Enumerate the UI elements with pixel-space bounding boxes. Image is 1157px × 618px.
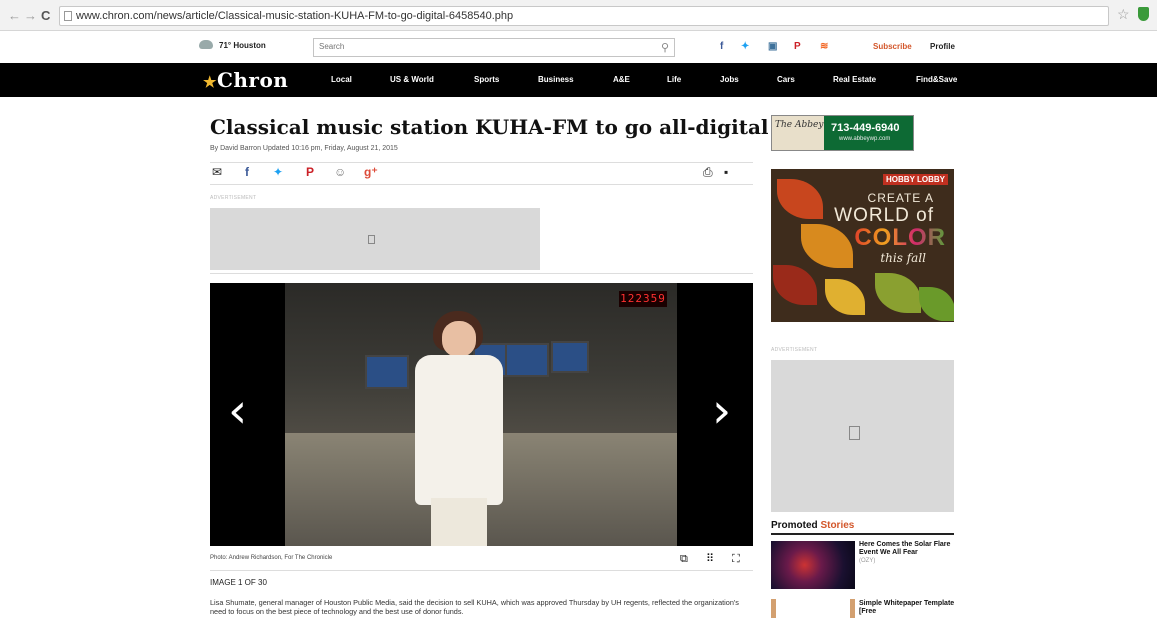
grid-view-icon[interactable]: ⠿ [706,553,714,565]
promoted-stories-heading: Promoted Stories [771,520,854,531]
reddit-share-icon[interactable]: ☺ [334,166,346,179]
article-byline: By David Barron Updated 10:16 pm, Friday… [210,145,398,152]
rss-icon[interactable]: ≋ [820,41,828,53]
nav-item-jobs[interactable]: Jobs [720,75,739,84]
person-body [415,355,503,505]
leaf [919,287,954,321]
article-headline: Classical music station KUHA-FM to go al… [210,115,769,139]
googleplus-share-icon[interactable]: g⁺ [364,166,378,179]
print-icon[interactable]: ⎙ [703,166,713,179]
leaf [875,273,921,313]
studio-monitor [505,343,549,377]
back-icon[interactable]: ← [8,9,21,23]
promo-thumbnail[interactable] [771,541,855,589]
leaf [773,265,817,305]
nav-item-cars[interactable]: Cars [777,75,795,84]
nav-item-real-estate[interactable]: Real Estate [833,75,876,84]
nav-item-business[interactable]: Business [538,75,574,84]
address-bar[interactable]: www.chron.com/news/article/Classical-mus… [59,6,1109,26]
ad-placeholder[interactable] [210,208,540,270]
promoted-label: Promoted [771,520,818,531]
comment-icon[interactable]: ▪ [724,166,728,179]
photo-gallery[interactable]: 122359 ‹ › [210,283,753,546]
person-face [442,321,476,357]
pinterest-share-icon[interactable]: P [306,166,314,179]
logo-text: Chron [216,68,289,92]
page-icon [64,11,72,21]
photo-credit: Photo: Andrew Richardson, For The Chroni… [210,555,333,561]
weather-text[interactable]: 71° Houston [219,41,266,50]
divider [771,533,954,535]
logo-star-icon: ★ [203,73,217,91]
leaf [777,179,823,219]
ad-placeholder[interactable] [771,360,954,512]
ad-hobby-lobby[interactable]: HOBBY LOBBY CREATE A WORLD of COLOR this… [771,169,954,322]
pinterest-icon[interactable]: P [794,41,801,53]
reload-icon[interactable]: C [41,9,50,23]
search-icon[interactable]: ⚲ [661,41,669,54]
url-text: www.chron.com/news/article/Classical-mus… [76,10,514,22]
promo-title[interactable]: Here Comes the Solar Flare Event We All … [859,541,955,557]
subscribe-link[interactable]: Subscribe [873,42,912,51]
article-body: Lisa Shumate, general manager of Houston… [210,598,739,616]
nav-item-local[interactable]: Local [331,75,352,84]
gallery-photo: 122359 [285,283,677,546]
studio-monitor [551,341,589,373]
chron-logo[interactable]: ★Chron [203,68,288,92]
studio-monitor [365,355,409,389]
nav-item-life[interactable]: Life [667,75,681,84]
hobby-lobby-logo: HOBBY LOBBY [883,174,948,185]
previous-arrow-icon[interactable]: ‹ [228,383,247,439]
abbey-url: www.abbeywp.com [839,136,891,142]
utility-bar: 71° Houston ⚲ f ✦ ▣ P ≋ Subscribe Profil… [0,31,1157,63]
search-input[interactable] [319,42,639,51]
nav-item-ae[interactable]: A&E [613,75,630,84]
promoted-accent: Stories [820,520,855,531]
facebook-share-icon[interactable]: f [245,166,249,179]
twitter-share-icon[interactable]: ✦ [273,166,283,179]
forward-icon[interactable]: → [24,9,37,23]
broken-image-icon [849,426,860,440]
abbey-contact: 713-449-6940 www.abbeywp.com [824,116,913,150]
abbey-logo: The Abbey [775,120,824,130]
hobby-headline-1: CREATE A [867,191,934,205]
divider [210,162,753,163]
promo-source: (OZY) [859,558,876,564]
ad-abbey[interactable]: The Abbey 713-449-6940 www.abbeywp.com [771,115,914,151]
shield-extension-icon[interactable] [1138,7,1149,21]
abbey-phone: 713-449-6940 [831,122,900,134]
hobby-headline-3: COLOR [854,224,946,251]
twitter-icon[interactable]: ✦ [741,41,749,53]
weather-cloud-icon [199,40,213,49]
ad-label: ADVERTISEMENT [210,195,257,201]
leaf [825,279,865,315]
ad-label: ADVERTISEMENT [771,347,818,353]
main-nav: ★Chron Local US & World Sports Business … [0,63,1157,97]
divider [210,273,753,274]
image-counter: IMAGE 1 OF 30 [210,578,267,587]
leaf [801,224,853,268]
promo-accent-bar [850,599,855,618]
promo-title[interactable]: Simple Whitepaper Template [Free [859,600,955,616]
profile-link[interactable]: Profile [930,42,955,51]
nav-item-sports[interactable]: Sports [474,75,499,84]
next-arrow-icon[interactable]: › [712,383,731,439]
hobby-headline-4: this fall [880,251,926,265]
nav-item-us-world[interactable]: US & World [390,75,434,84]
led-clock-display: 122359 [619,291,667,307]
bookmark-star-icon[interactable]: ☆ [1117,7,1130,21]
browser-toolbar: ← → C www.chron.com/news/article/Classic… [0,0,1157,31]
nav-item-find-save[interactable]: Find&Save [916,75,957,84]
share-photo-icon[interactable]: ⧉ [680,553,688,565]
promo-thumbnail[interactable] [771,599,855,618]
facebook-icon[interactable]: f [720,41,723,53]
email-icon[interactable]: ✉ [212,166,222,179]
divider [210,184,753,185]
divider [210,570,753,571]
broken-image-icon [368,235,375,244]
person-legs [431,498,487,546]
instagram-icon[interactable]: ▣ [768,41,777,53]
search-box[interactable]: ⚲ [313,38,675,57]
fullscreen-icon[interactable]: ⛶ [732,553,740,565]
